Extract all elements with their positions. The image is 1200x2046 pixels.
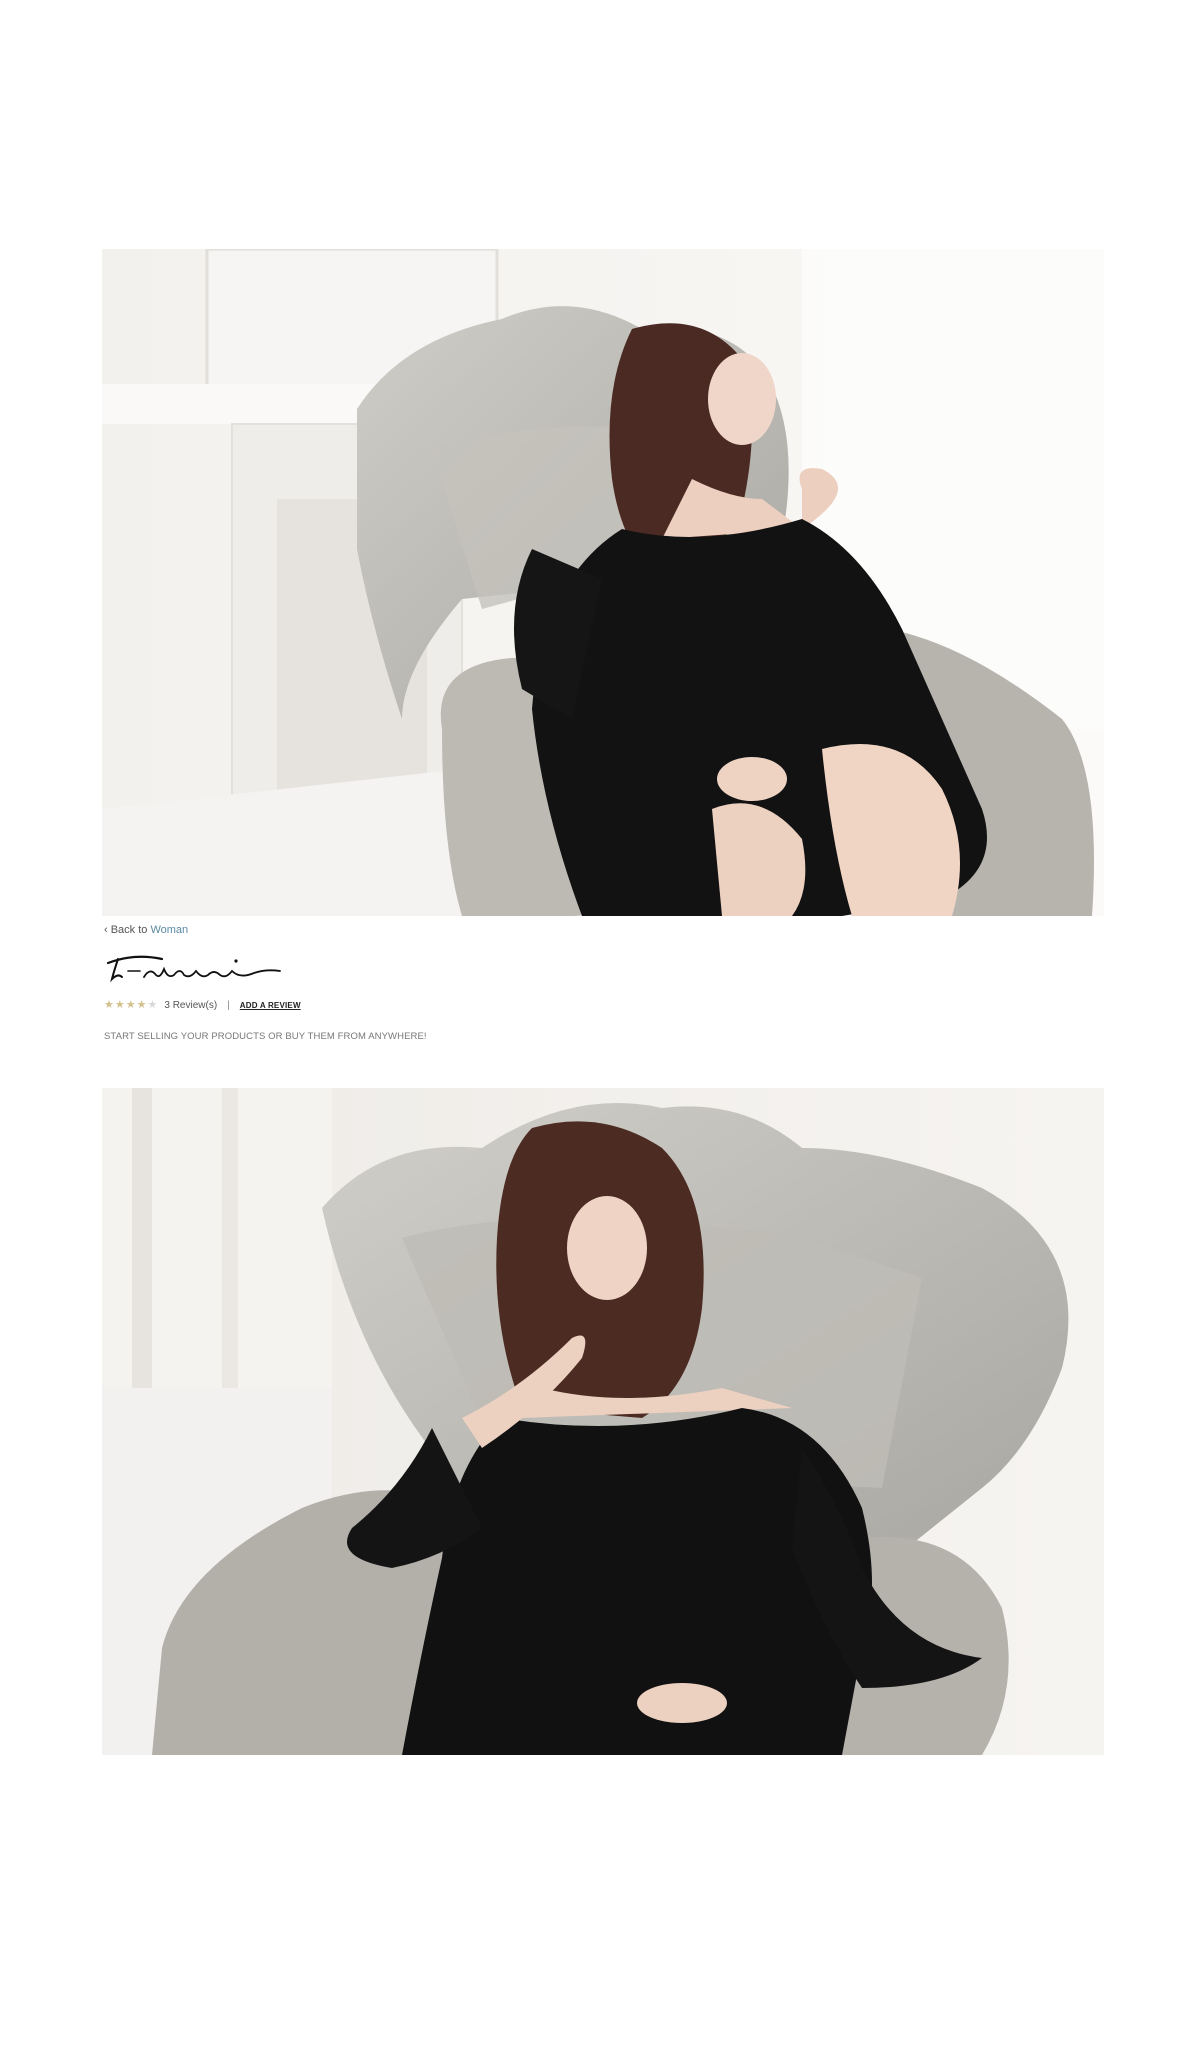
brand-logo-signature <box>106 955 281 983</box>
rating-row: ★ ★ ★ ★ ★ 3 Review(s) | ADD A REVIEW <box>104 997 1104 1013</box>
reviews-count[interactable]: 3 Review(s) <box>164 1000 217 1011</box>
product-tagline: START SELLING YOUR PRODUCTS OR BUY THEM … <box>104 1031 427 1042</box>
add-review-link[interactable]: ADD A REVIEW <box>240 1001 301 1010</box>
breadcrumb-prefix: ‹ Back to <box>104 924 151 936</box>
product-photo-2-image <box>102 1088 1104 1755</box>
star-icon: ★ <box>114 998 125 1011</box>
star-icon: ★ <box>104 998 114 1011</box>
brand-logo <box>104 949 284 989</box>
product-photo-1-image <box>102 249 1104 916</box>
star-empty-icon: ★ <box>147 998 158 1011</box>
product-info: ‹ Back to Woman ★ ★ ★ ★ ★ 3 Review(s) | … <box>104 922 1104 1042</box>
breadcrumb: ‹ Back to Woman <box>104 922 1104 938</box>
star-icon: ★ <box>125 998 136 1011</box>
product-photo-2 <box>102 1088 1104 1755</box>
rating-separator: | <box>227 999 230 1011</box>
rating-stars: ★ ★ ★ ★ ★ <box>104 998 158 1011</box>
star-icon: ★ <box>136 998 147 1011</box>
breadcrumb-link-woman[interactable]: Woman <box>150 924 188 936</box>
product-photo-1 <box>102 249 1104 916</box>
